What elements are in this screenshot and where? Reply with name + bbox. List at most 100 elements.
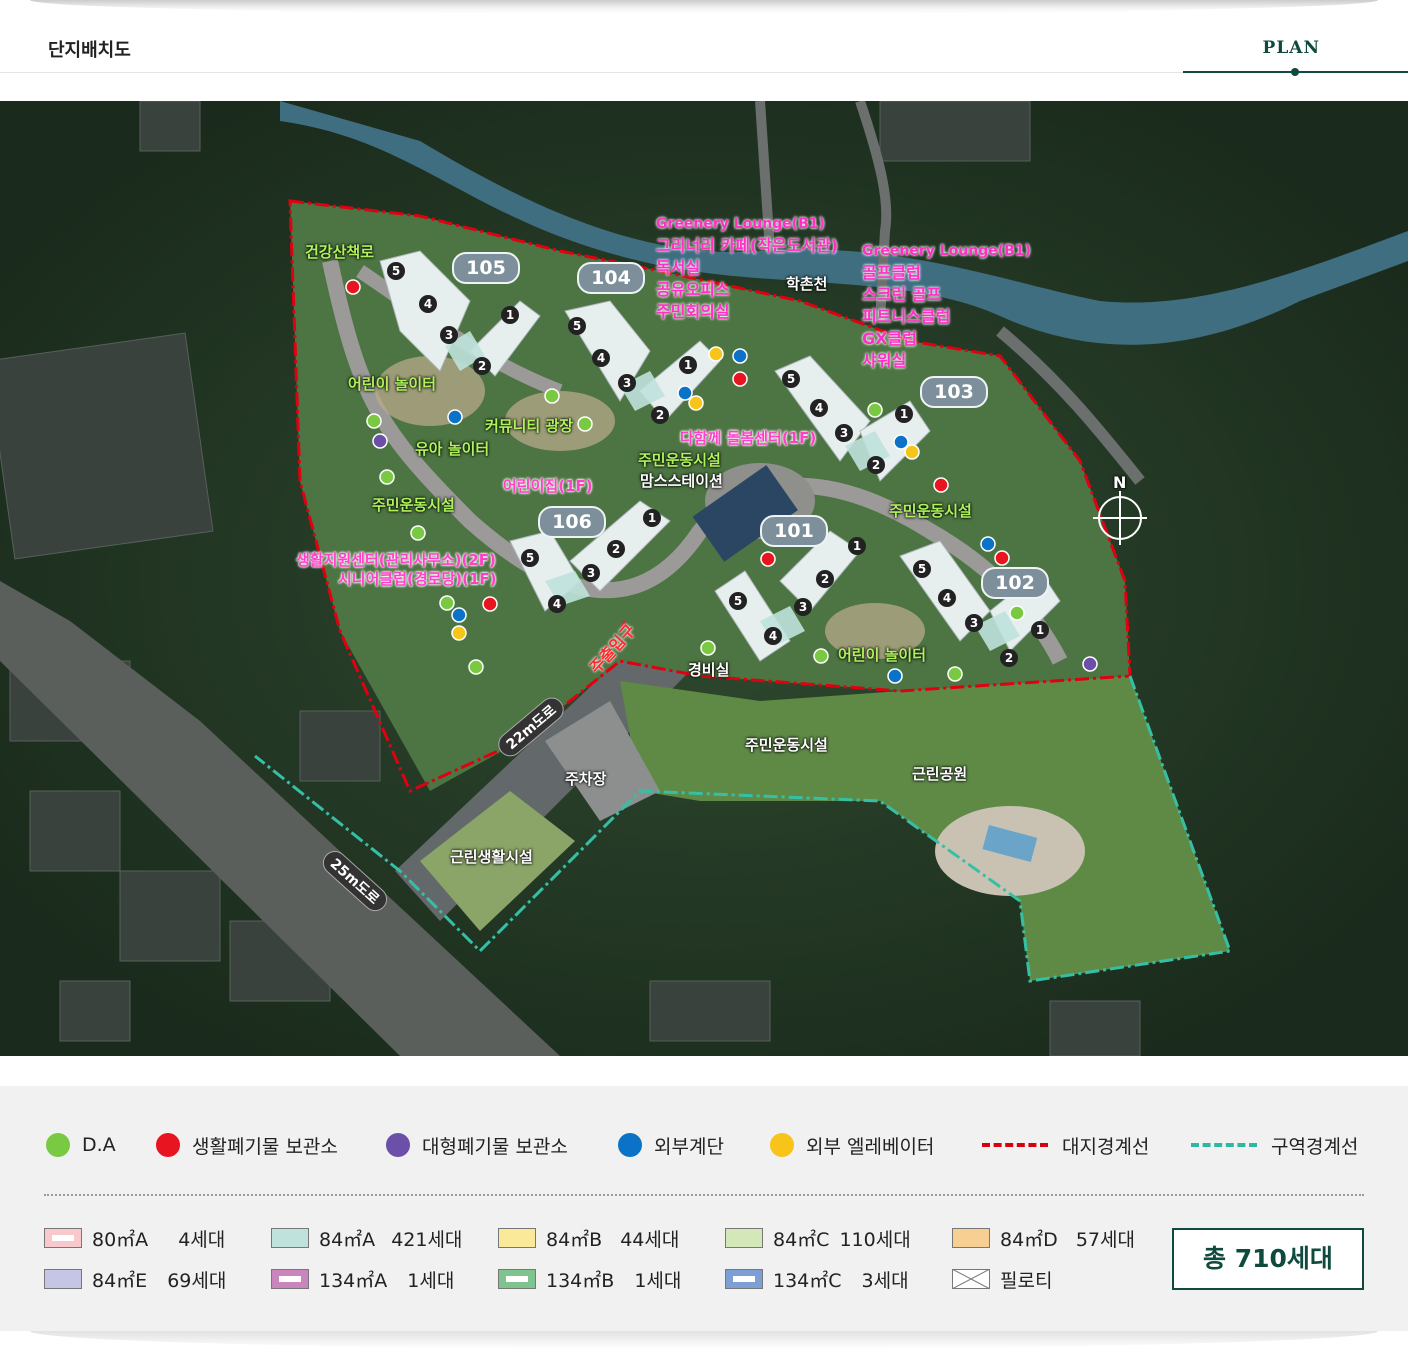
tab-plan[interactable]: PLAN	[1263, 38, 1320, 58]
label-fitness-west: 주민운동시설	[372, 496, 455, 514]
svg-text:4: 4	[597, 351, 605, 365]
svg-text:5: 5	[392, 264, 400, 278]
legend-panel	[0, 1086, 1408, 1331]
svg-text:3: 3	[970, 616, 978, 630]
lounge-list-left: Greenery Lounge(B1) 그리너리 카페(작은도서관) 독서실 공…	[656, 213, 838, 323]
total-units-badge: 총 710세대	[1172, 1228, 1364, 1290]
label-fitness-center: 주민운동시설	[638, 451, 721, 469]
building-101[interactable]: 101	[760, 515, 828, 547]
svg-text:4: 4	[424, 297, 432, 311]
svg-text:1: 1	[853, 539, 861, 553]
label-fitness-east: 주민운동시설	[889, 502, 972, 520]
swatch-134A	[271, 1269, 309, 1289]
legend-label: 외부계단	[654, 1135, 724, 1158]
building-104[interactable]: 104	[577, 262, 645, 294]
legend-label: 대형폐기물 보관소	[422, 1135, 568, 1158]
legend-bulk-waste: 대형폐기물 보관소	[386, 1131, 568, 1159]
swatch-84A	[271, 1228, 309, 1248]
label-community-plaza: 커뮤니티 광장	[485, 417, 574, 435]
legend-type-80A: 80㎡A 4세대	[44, 1226, 225, 1251]
svg-text:3: 3	[623, 376, 631, 390]
building-105[interactable]: 105	[452, 252, 520, 284]
legend-label: 생활폐기물 보관소	[192, 1135, 338, 1158]
type-label: 84㎡E	[92, 1269, 148, 1292]
svg-text:1: 1	[684, 358, 692, 372]
legend-type-piloti: 필로티	[952, 1267, 1053, 1292]
stairs-marker-icon	[618, 1133, 642, 1157]
swatch-80A	[44, 1228, 82, 1248]
swatch-84E	[44, 1269, 82, 1289]
svg-text:2: 2	[872, 458, 880, 472]
legend-type-84A: 84㎡A 421세대	[271, 1226, 463, 1251]
svg-text:3: 3	[799, 600, 807, 614]
svg-text:4: 4	[943, 591, 951, 605]
type-label: 134㎡A	[319, 1269, 388, 1292]
building-106[interactable]: 106	[538, 506, 606, 538]
top-shadow	[30, 0, 1378, 14]
type-label: 80㎡A	[92, 1228, 149, 1251]
svg-text:1: 1	[648, 511, 656, 525]
type-count: 421세대	[391, 1228, 463, 1251]
label-management-office: 생활지원센터(관리사무소)(2F)	[296, 551, 496, 569]
type-label: 84㎡B	[546, 1228, 603, 1251]
svg-text:5: 5	[918, 562, 926, 576]
legend-zone-boundary: 구역경계선	[1191, 1131, 1358, 1159]
type-label: 필로티	[1000, 1269, 1053, 1292]
legend-type-84B: 84㎡B 44세대	[498, 1226, 680, 1251]
legend-type-84E: 84㎡E 69세대	[44, 1267, 227, 1292]
compass-north: N	[1113, 473, 1127, 492]
legend-type-84C: 84㎡C 110세대	[725, 1226, 911, 1251]
label-guardhouse: 경비실	[688, 661, 730, 679]
svg-text:3: 3	[445, 328, 453, 342]
svg-text:5: 5	[526, 551, 534, 565]
type-count: 44세대	[620, 1228, 680, 1251]
svg-text:1: 1	[900, 407, 908, 421]
svg-text:4: 4	[553, 597, 561, 611]
lounge-list-right: Greenery Lounge(B1) 골프클럽 스크린 골프 피트니스클럽 G…	[862, 240, 1031, 372]
lounge-left-item: 주민회의실	[656, 302, 730, 321]
da-marker-icon	[46, 1133, 70, 1157]
svg-text:2: 2	[656, 408, 664, 422]
piloti-swatch-icon	[952, 1269, 990, 1289]
swatch-84C	[725, 1228, 763, 1248]
svg-text:3: 3	[840, 426, 848, 440]
svg-text:4: 4	[815, 401, 823, 415]
type-label: 84㎡C	[773, 1228, 830, 1251]
label-kids-playground: 어린이 놀이터	[348, 375, 437, 393]
legend-label: 외부 엘레베이터	[806, 1135, 935, 1158]
building-102[interactable]: 102	[981, 567, 1049, 599]
label-neighborhood-park: 근린공원	[912, 765, 968, 783]
type-count: 1세대	[634, 1269, 682, 1292]
label-neighborhood-facility: 근린생활시설	[450, 848, 533, 866]
legend-site-boundary: 대지경계선	[982, 1131, 1149, 1159]
svg-text:1: 1	[1036, 623, 1044, 637]
lounge-right-item: GX클럽	[862, 329, 917, 348]
svg-text:5: 5	[787, 372, 795, 386]
legend-divider	[44, 1194, 1364, 1196]
type-label: 134㎡C	[773, 1269, 842, 1292]
bulk-waste-marker-icon	[386, 1133, 410, 1157]
swatch-134B	[498, 1269, 536, 1289]
lounge-left-title: Greenery Lounge(B1)	[656, 216, 825, 232]
lounge-left-item: 독서실	[656, 258, 701, 277]
tab-indicator-dot	[1291, 68, 1299, 76]
type-label: 84㎡D	[1000, 1228, 1058, 1251]
swatch-84D	[952, 1228, 990, 1248]
svg-text:5: 5	[573, 319, 581, 333]
label-walking-trail: 건강산책로	[305, 243, 375, 261]
lounge-right-title: Greenery Lounge(B1)	[862, 243, 1031, 259]
label-kids-playground-south: 어린이 놀이터	[838, 646, 927, 664]
legend-type-134A: 134㎡A 1세대	[271, 1267, 454, 1292]
svg-text:2: 2	[478, 359, 486, 373]
lounge-left-item: 공유오피스	[656, 280, 730, 299]
label-fitness-park: 주민운동시설	[745, 736, 828, 754]
legend-type-84D: 84㎡D 57세대	[952, 1226, 1135, 1251]
legend-label: D.A	[82, 1134, 116, 1156]
building-103[interactable]: 103	[920, 376, 988, 408]
lounge-left-item: 그리너리 카페(작은도서관)	[656, 236, 839, 255]
type-count: 69세대	[167, 1269, 227, 1292]
legend-elevator: 외부 엘레베이터	[770, 1131, 934, 1159]
svg-text:1: 1	[506, 308, 514, 322]
legend-waste: 생활폐기물 보관소	[156, 1131, 338, 1159]
svg-text:2: 2	[821, 572, 829, 586]
